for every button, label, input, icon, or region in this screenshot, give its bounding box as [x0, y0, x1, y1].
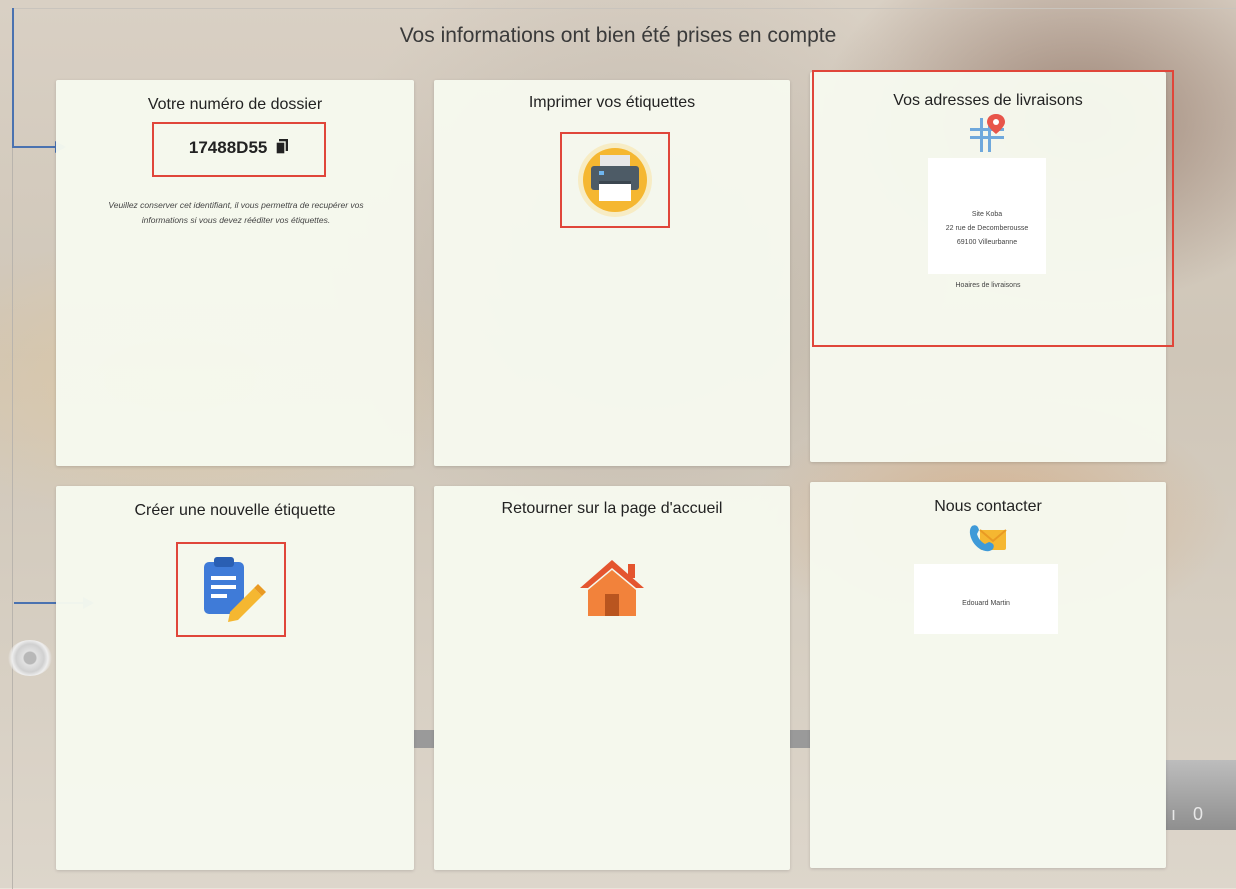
page-title: Vos informations ont bien été prises en … [399, 24, 837, 47]
home-icon [578, 558, 646, 623]
print-labels-card[interactable]: Imprimer vos étiquettes [434, 80, 790, 466]
contact-block: Edouard Martin [914, 564, 1058, 634]
phone-mail-icon [968, 522, 1008, 561]
dossier-note-line: informations si vous devez rééditer vos … [141, 215, 331, 225]
background-artifact [790, 730, 810, 748]
new-label-title: Créer une nouvelle étiquette [134, 502, 336, 519]
clipboard-edit-icon [200, 554, 270, 629]
contact-card: Nous contacter Edouard Martin [810, 482, 1166, 868]
contact-name: Edouard Martin [962, 600, 1010, 607]
home-card[interactable]: Retourner sur la page d'accueil [434, 486, 790, 870]
background-artifact [412, 730, 434, 748]
dossier-note: Veuillez conserver cet identifiant, il v… [76, 198, 396, 228]
background-artifact: ı 0 [1165, 760, 1236, 830]
contact-card-title: Nous contacter [934, 498, 1042, 515]
home-card-title: Retourner sur la page d'accueil [501, 500, 723, 517]
dossier-number-box: 17488D55 [152, 122, 326, 177]
dossier-number-row: 17488D55 [154, 138, 324, 160]
dossier-note-line: Veuillez conserver cet identifiant, il v… [108, 200, 364, 210]
addresses-highlight [812, 70, 1174, 347]
copy-icon[interactable] [275, 139, 289, 160]
printer-icon [576, 141, 654, 224]
new-label-button[interactable] [176, 542, 286, 637]
dossier-card: Votre numéro de dossier 17488D55 Veuille… [56, 80, 414, 466]
print-labels-title: Imprimer vos étiquettes [528, 94, 696, 111]
dossier-card-title: Votre numéro de dossier [147, 96, 323, 113]
printer-button[interactable] [560, 132, 670, 228]
new-label-card[interactable]: Créer une nouvelle étiquette [56, 486, 414, 870]
dossier-number: 17488D55 [188, 138, 268, 157]
scanner-artifact [8, 640, 52, 676]
